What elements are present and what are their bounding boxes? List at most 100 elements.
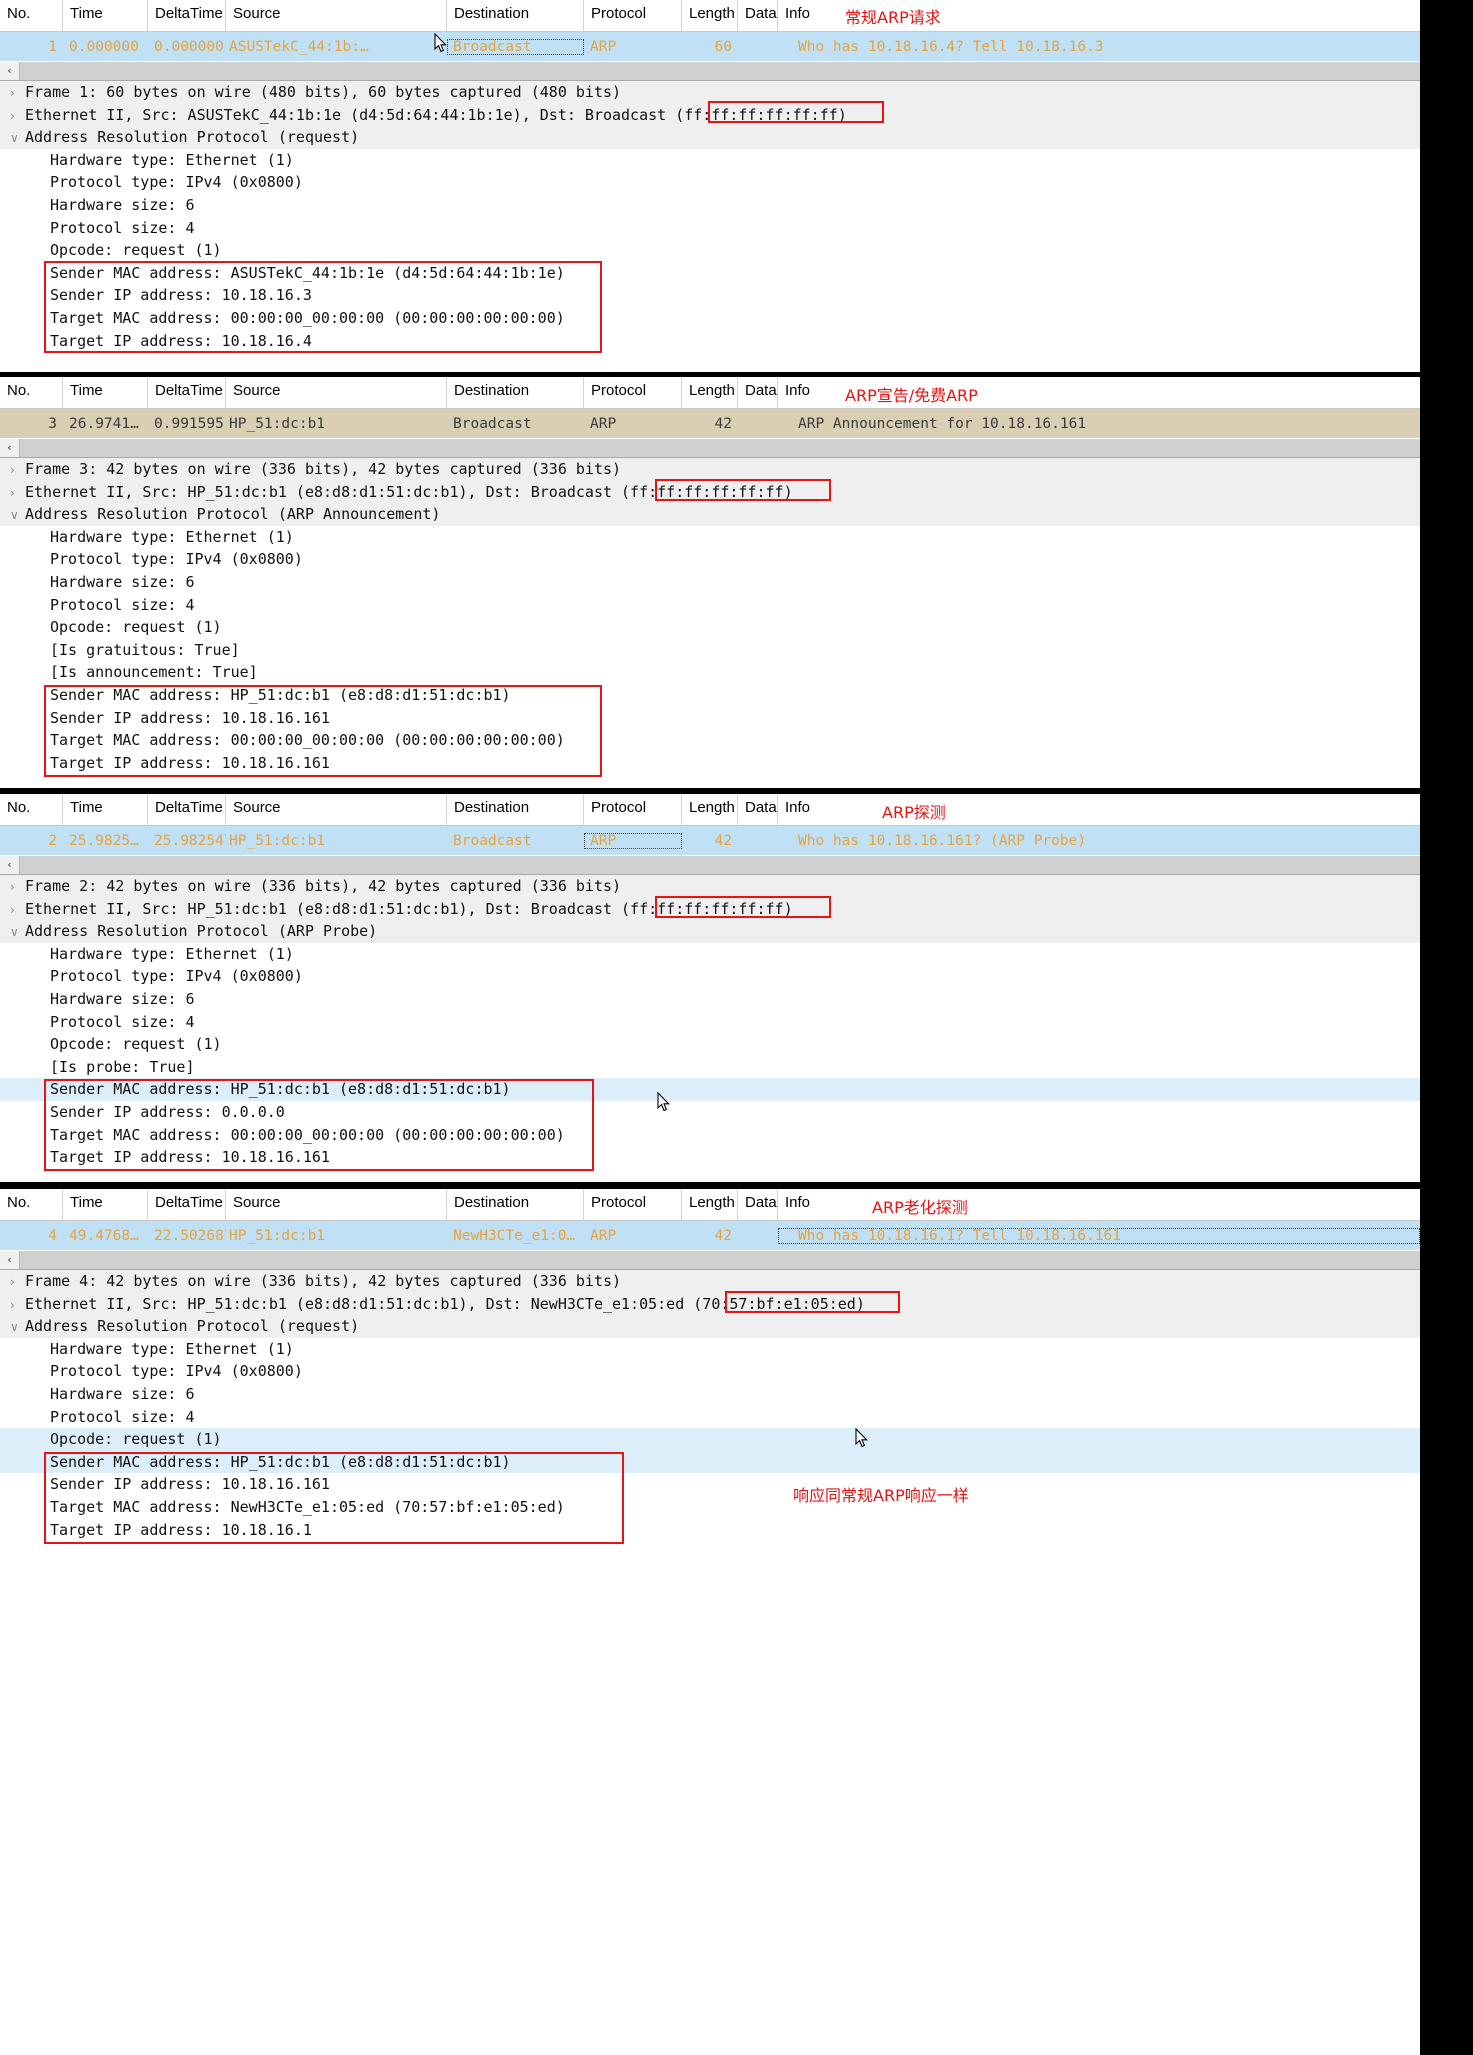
detail-row[interactable]: Target MAC address: 00:00:00_00:00:00 (0… (0, 1124, 1420, 1147)
detail-row[interactable]: › Frame 3: 42 bytes on wire (336 bits), 4… (0, 458, 1420, 481)
detail-row[interactable]: Protocol size: 4 (0, 217, 1420, 240)
packet-row[interactable]: 3 26.9741… 0.991595 HP_51:dc:b1 Broadcas… (0, 409, 1420, 438)
column-header-no[interactable]: No. (0, 377, 63, 408)
detail-row[interactable]: Hardware type: Ethernet (1) (0, 943, 1420, 966)
detail-row[interactable]: › Frame 4: 42 bytes on wire (336 bits), 4… (0, 1270, 1420, 1293)
scroll-left-icon[interactable]: ‹ (0, 856, 20, 874)
column-header-data[interactable]: Data (738, 794, 778, 825)
expander-icon[interactable]: › (10, 482, 25, 505)
column-header-source[interactable]: Source (226, 0, 447, 31)
column-header-source[interactable]: Source (226, 377, 447, 408)
detail-row[interactable]: [Is gratuitous: True] (0, 639, 1420, 662)
scroll-left-icon[interactable]: ‹ (0, 439, 20, 457)
detail-row[interactable]: Sender IP address: 10.18.16.161 (0, 1473, 1420, 1496)
column-header-protocol[interactable]: Protocol (584, 377, 682, 408)
expander-icon[interactable]: › (10, 1294, 25, 1317)
packet-row[interactable]: 1 0.000000 0.000000 ASUSTekC_44:1b:… Bro… (0, 32, 1420, 61)
column-header-time[interactable]: Time (63, 1189, 148, 1220)
column-header-deltatime[interactable]: DeltaTime (148, 0, 226, 31)
horizontal-scrollbar-4[interactable]: ‹ (0, 1250, 1420, 1270)
detail-row[interactable]: Sender MAC address: HP_51:dc:b1 (e8:d8:d… (0, 684, 1420, 707)
detail-row[interactable]: Sender MAC address: ASUSTekC_44:1b:1e (d… (0, 262, 1420, 285)
column-header-destination[interactable]: Destination (447, 794, 584, 825)
column-header-no[interactable]: No. (0, 794, 63, 825)
column-header-destination[interactable]: Destination (447, 0, 584, 31)
detail-row[interactable]: Hardware size: 6 (0, 1383, 1420, 1406)
detail-row[interactable]: Protocol size: 4 (0, 1406, 1420, 1429)
detail-row[interactable]: Opcode: request (1) (0, 1033, 1420, 1056)
detail-row[interactable]: Hardware type: Ethernet (1) (0, 526, 1420, 549)
detail-row[interactable]: Opcode: request (1) (0, 1428, 1420, 1451)
detail-row[interactable]: › Ethernet II, Src: ASUSTekC_44:1b:1e (d4… (0, 103, 1420, 127)
detail-row[interactable]: Hardware size: 6 (0, 194, 1420, 217)
detail-row[interactable]: ∨ Address Resolution Protocol (ARP Probe) (0, 920, 1420, 943)
column-header-protocol[interactable]: Protocol (584, 0, 682, 31)
column-header-time[interactable]: Time (63, 377, 148, 408)
column-header-data[interactable]: Data (738, 1189, 778, 1220)
detail-row[interactable]: Protocol type: IPv4 (0x0800) (0, 548, 1420, 571)
column-header-data[interactable]: Data (738, 0, 778, 31)
expander-icon[interactable]: › (10, 899, 25, 922)
column-header-info[interactable]: Info (778, 794, 1420, 825)
horizontal-scrollbar-3[interactable]: ‹ (0, 855, 1420, 875)
detail-row[interactable]: Sender MAC address: HP_51:dc:b1 (e8:d8:d… (0, 1450, 1420, 1474)
detail-row[interactable]: Protocol type: IPv4 (0x0800) (0, 965, 1420, 988)
detail-row[interactable]: Hardware type: Ethernet (1) (0, 1338, 1420, 1361)
column-header-time[interactable]: Time (63, 794, 148, 825)
collapse-icon[interactable]: ∨ (10, 504, 25, 527)
collapse-icon[interactable]: ∨ (10, 1316, 25, 1339)
expander-icon[interactable]: › (10, 876, 25, 899)
detail-row[interactable]: › Ethernet II, Src: HP_51:dc:b1 (e8:d8:d1… (0, 897, 1420, 922)
detail-row[interactable]: Protocol type: IPv4 (0x0800) (0, 171, 1420, 194)
column-header-length[interactable]: Length (682, 1189, 738, 1220)
detail-row[interactable]: ∨ Address Resolution Protocol (request) (0, 1315, 1420, 1338)
detail-row[interactable]: › Ethernet II, Src: HP_51:dc:b1 (e8:d8:d1… (0, 480, 1420, 505)
detail-row[interactable]: Hardware type: Ethernet (1) (0, 149, 1420, 172)
packet-row[interactable]: 4 49.4768… 22.502687 HP_51:dc:b1 NewH3CT… (0, 1221, 1420, 1250)
column-header-destination[interactable]: Destination (447, 1189, 584, 1220)
column-header-data[interactable]: Data (738, 377, 778, 408)
detail-row[interactable]: Protocol size: 4 (0, 1011, 1420, 1034)
detail-row[interactable]: [Is announcement: True] (0, 661, 1420, 684)
column-header-length[interactable]: Length (682, 0, 738, 31)
column-header-time[interactable]: Time (63, 0, 148, 31)
detail-row[interactable]: Sender IP address: 10.18.16.3 (0, 284, 1420, 307)
column-header-deltatime[interactable]: DeltaTime (148, 794, 226, 825)
detail-row[interactable]: Sender MAC address: HP_51:dc:b1 (e8:d8:d… (0, 1078, 1420, 1101)
horizontal-scrollbar-2[interactable]: ‹ (0, 438, 1420, 458)
detail-row[interactable]: Target IP address: 10.18.16.161 (0, 752, 1420, 775)
detail-row[interactable]: Target MAC address: NewH3CTe_e1:05:ed (7… (0, 1496, 1420, 1519)
column-header-length[interactable]: Length (682, 377, 738, 408)
detail-row[interactable]: Opcode: request (1) (0, 239, 1420, 262)
column-header-source[interactable]: Source (226, 794, 447, 825)
column-header-deltatime[interactable]: DeltaTime (148, 377, 226, 408)
detail-row[interactable]: Target MAC address: 00:00:00_00:00:00 (0… (0, 729, 1420, 752)
column-header-no[interactable]: No. (0, 1189, 63, 1220)
packet-row[interactable]: 2 25.9825… 25.982547 HP_51:dc:b1 Broadca… (0, 826, 1420, 855)
column-header-protocol[interactable]: Protocol (584, 1189, 682, 1220)
detail-row[interactable]: ∨ Address Resolution Protocol (ARP Announ… (0, 503, 1420, 526)
detail-row[interactable]: Hardware size: 6 (0, 571, 1420, 594)
scroll-left-icon[interactable]: ‹ (0, 62, 20, 80)
horizontal-scrollbar-1[interactable]: ‹ (0, 61, 1420, 81)
column-header-no[interactable]: No. (0, 0, 63, 31)
column-header-destination[interactable]: Destination (447, 377, 584, 408)
detail-row[interactable]: ∨ Address Resolution Protocol (request) (0, 126, 1420, 149)
column-header-protocol[interactable]: Protocol (584, 794, 682, 825)
column-header-source[interactable]: Source (226, 1189, 447, 1220)
detail-row[interactable]: › Frame 1: 60 bytes on wire (480 bits), 6… (0, 81, 1420, 104)
scroll-left-icon[interactable]: ‹ (0, 1251, 20, 1269)
expander-icon[interactable]: › (10, 459, 25, 482)
column-header-length[interactable]: Length (682, 794, 738, 825)
detail-row[interactable]: [Is probe: True] (0, 1056, 1420, 1079)
detail-row[interactable]: Opcode: request (1) (0, 616, 1420, 639)
collapse-icon[interactable]: ∨ (10, 127, 25, 150)
detail-row[interactable]: Target IP address: 10.18.16.4 (0, 330, 1420, 353)
detail-row[interactable]: Protocol type: IPv4 (0x0800) (0, 1360, 1420, 1383)
expander-icon[interactable]: › (10, 1271, 25, 1294)
detail-row[interactable]: Target IP address: 10.18.16.1 (0, 1519, 1420, 1542)
detail-row[interactable]: › Frame 2: 42 bytes on wire (336 bits), 4… (0, 875, 1420, 898)
detail-row[interactable]: Sender IP address: 0.0.0.0 (0, 1101, 1420, 1124)
detail-row[interactable]: Hardware size: 6 (0, 988, 1420, 1011)
detail-row[interactable]: Protocol size: 4 (0, 594, 1420, 617)
